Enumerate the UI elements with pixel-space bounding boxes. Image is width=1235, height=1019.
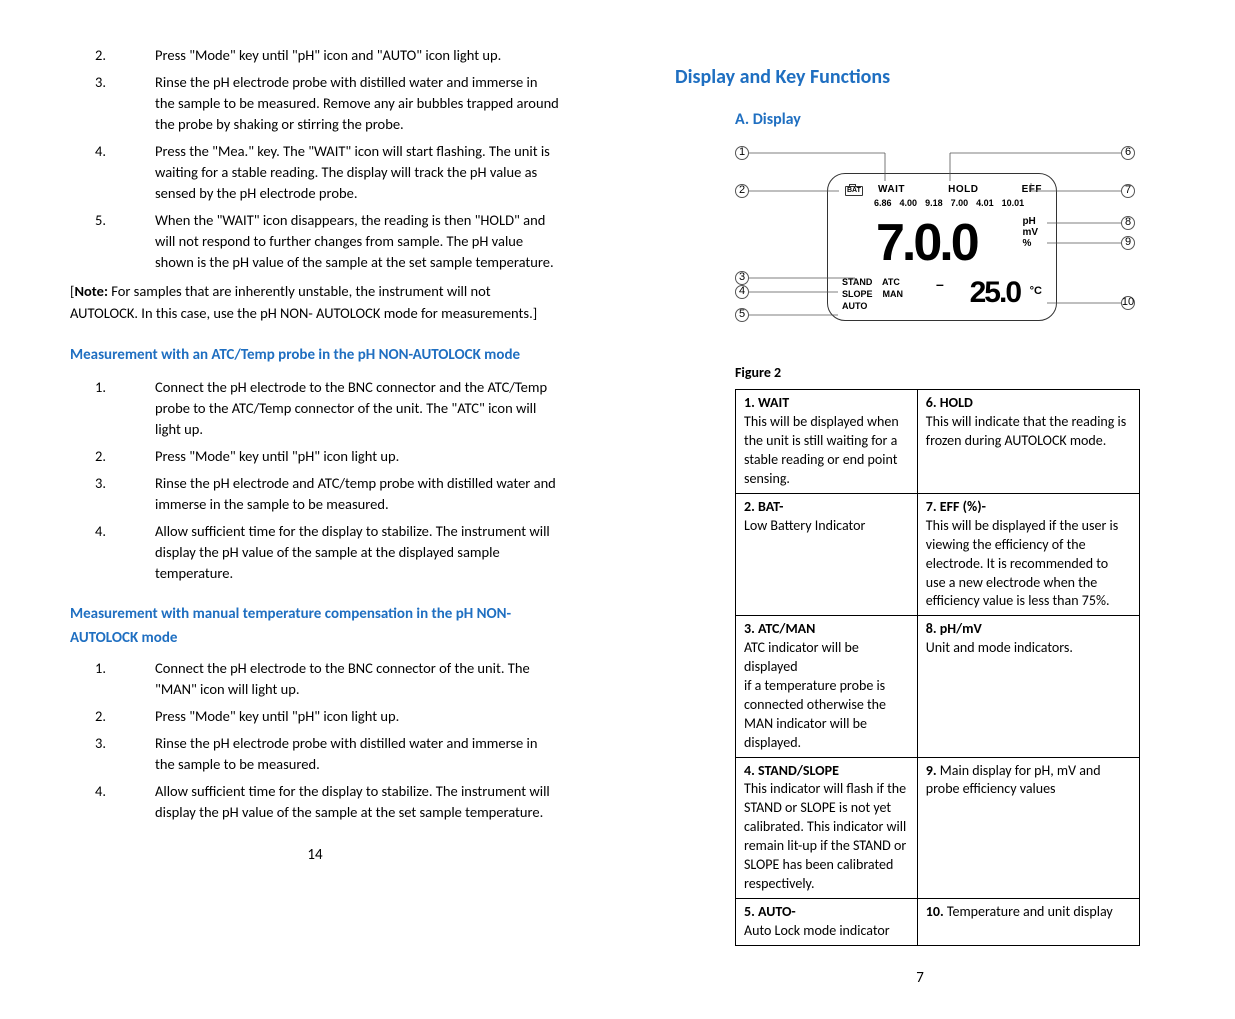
callout-10: 10 bbox=[1121, 296, 1135, 310]
temp-reading: 25.0 bbox=[970, 271, 1020, 315]
callout-4: 4 bbox=[735, 285, 749, 299]
callout-9: 9 bbox=[1121, 236, 1135, 250]
stand-atc-row: STAND ATC bbox=[842, 276, 903, 288]
degc-unit: °C bbox=[1030, 284, 1042, 300]
note-block: [Note: For samples that are inherently u… bbox=[70, 281, 560, 325]
note-body: For samples that are inherently unstable… bbox=[70, 282, 537, 322]
page-number: 14 bbox=[70, 845, 560, 867]
cell-body: ATC indicator will be displayed if a tem… bbox=[744, 639, 886, 750]
callout-3: 3 bbox=[735, 271, 749, 285]
cell-heading: 10. bbox=[926, 903, 944, 920]
slope-man-row: SLOPE MAN bbox=[842, 288, 903, 300]
subheading-manual-nonautolock: Measurement with manual temperature comp… bbox=[70, 602, 560, 650]
list-index: 3. bbox=[70, 733, 155, 775]
list-body: Press "Mode" key until "pH" icon light u… bbox=[155, 706, 560, 727]
list-body: Press "Mode" key until "pH" icon light u… bbox=[155, 446, 560, 467]
wait-indicator: WAIT bbox=[878, 183, 905, 198]
list-index: 1. bbox=[70, 658, 155, 700]
list-body: Connect the pH electrode to the BNC conn… bbox=[155, 377, 560, 440]
cell-heading: 4. STAND/SLOPE bbox=[744, 762, 839, 779]
main-reading: 7.0.0 bbox=[876, 206, 977, 281]
subheading-atc-nonautolock: Measurement with an ATC/Temp probe in th… bbox=[70, 343, 560, 367]
page-14: 2.Press "Mode" key until "pH" icon and "… bbox=[70, 45, 560, 989]
list-index: 3. bbox=[70, 473, 155, 515]
list-index: 2. bbox=[70, 45, 155, 66]
callout-8: 8 bbox=[1121, 216, 1135, 230]
cell-body: Low Battery Indicator bbox=[744, 517, 865, 534]
cell-heading: 9. bbox=[926, 762, 937, 779]
callout-1: 1 bbox=[735, 146, 749, 160]
list-index: 2. bbox=[70, 706, 155, 727]
cell-heading: 6. HOLD bbox=[926, 394, 973, 411]
callout-5: 5 bbox=[735, 308, 749, 322]
display-description-table: 1. WAIT This will be displayed when the u… bbox=[735, 389, 1140, 945]
cell-body: Temperature and unit display bbox=[944, 903, 1113, 920]
figure-2-diagram: BAT WAIT HOLD EFF 6.86 4.00 9.18 7.00 4.… bbox=[735, 143, 1165, 353]
cell-heading: 7. EFF (%)- bbox=[926, 498, 986, 515]
callout-2: 2 bbox=[735, 184, 749, 198]
list-body: Allow sufficient time for the display to… bbox=[155, 781, 560, 823]
instruction-list-3: 1.Connect the pH electrode to the BNC co… bbox=[70, 658, 560, 823]
buf-val: 4.01 bbox=[976, 197, 994, 210]
cell-body: This will be displayed when the unit is … bbox=[744, 413, 899, 487]
subheading-display: A. Display bbox=[735, 108, 1165, 131]
auto-row: AUTO bbox=[842, 300, 903, 312]
list-index: 1. bbox=[70, 377, 155, 440]
list-index: 3. bbox=[70, 72, 155, 135]
neg-sign: – bbox=[936, 274, 944, 294]
eff-indicator: EFF bbox=[1022, 183, 1042, 198]
lcd-screen: BAT WAIT HOLD EFF 6.86 4.00 9.18 7.00 4.… bbox=[827, 173, 1057, 321]
list-body: Press the "Mea." key. The "WAIT" icon wi… bbox=[155, 141, 560, 204]
instruction-list-2: 1.Connect the pH electrode to the BNC co… bbox=[70, 377, 560, 584]
list-body: Connect the pH electrode to the BNC conn… bbox=[155, 658, 560, 700]
list-index: 4. bbox=[70, 521, 155, 584]
list-body: When the "WAIT" icon disappears, the rea… bbox=[155, 210, 560, 273]
pct-unit: % bbox=[1022, 238, 1038, 249]
figure-label: Figure 2 bbox=[735, 363, 1165, 383]
callout-6: 6 bbox=[1121, 146, 1135, 160]
list-index: 5. bbox=[70, 210, 155, 273]
cell-heading: 2. BAT- bbox=[744, 498, 783, 515]
cell-body: This will be displayed if the user is vi… bbox=[926, 517, 1118, 610]
callout-7: 7 bbox=[1121, 184, 1135, 198]
cell-heading: 8. pH/mV bbox=[926, 620, 982, 637]
list-index: 4. bbox=[70, 141, 155, 204]
cell-heading: 5. AUTO- bbox=[744, 903, 796, 920]
ph-unit: pH bbox=[1022, 216, 1038, 227]
instruction-list-1: 2.Press "Mode" key until "pH" icon and "… bbox=[70, 45, 560, 273]
buf-val: 10.01 bbox=[1002, 197, 1025, 210]
list-body: Rinse the pH electrode probe with distil… bbox=[155, 72, 560, 135]
cell-heading: 1. WAIT bbox=[744, 394, 789, 411]
page-7: Display and Key Functions A. Display BAT… bbox=[675, 45, 1165, 989]
cell-heading: 3. ATC/MAN bbox=[744, 620, 815, 637]
cell-body: Main display for pH, mV and probe effici… bbox=[926, 762, 1101, 798]
list-body: Rinse the pH electrode probe with distil… bbox=[155, 733, 560, 775]
page-number: 7 bbox=[675, 968, 1165, 990]
heading-display-key-functions: Display and Key Functions bbox=[675, 63, 1165, 92]
cell-body: This indicator will flash if the STAND o… bbox=[744, 780, 906, 891]
hold-indicator: HOLD bbox=[948, 183, 978, 198]
list-index: 4. bbox=[70, 781, 155, 823]
list-body: Allow sufficient time for the display to… bbox=[155, 521, 560, 584]
cell-body: Auto Lock mode indicator bbox=[744, 922, 890, 939]
note-label: Note: bbox=[74, 282, 108, 300]
list-body: Press "Mode" key until "pH" icon and "AU… bbox=[155, 45, 560, 66]
mv-unit: mV bbox=[1022, 227, 1038, 238]
cell-body: This will indicate that the reading is f… bbox=[926, 413, 1126, 449]
list-body: Rinse the pH electrode and ATC/temp prob… bbox=[155, 473, 560, 515]
list-index: 2. bbox=[70, 446, 155, 467]
cell-body: Unit and mode indicators. bbox=[926, 639, 1073, 656]
